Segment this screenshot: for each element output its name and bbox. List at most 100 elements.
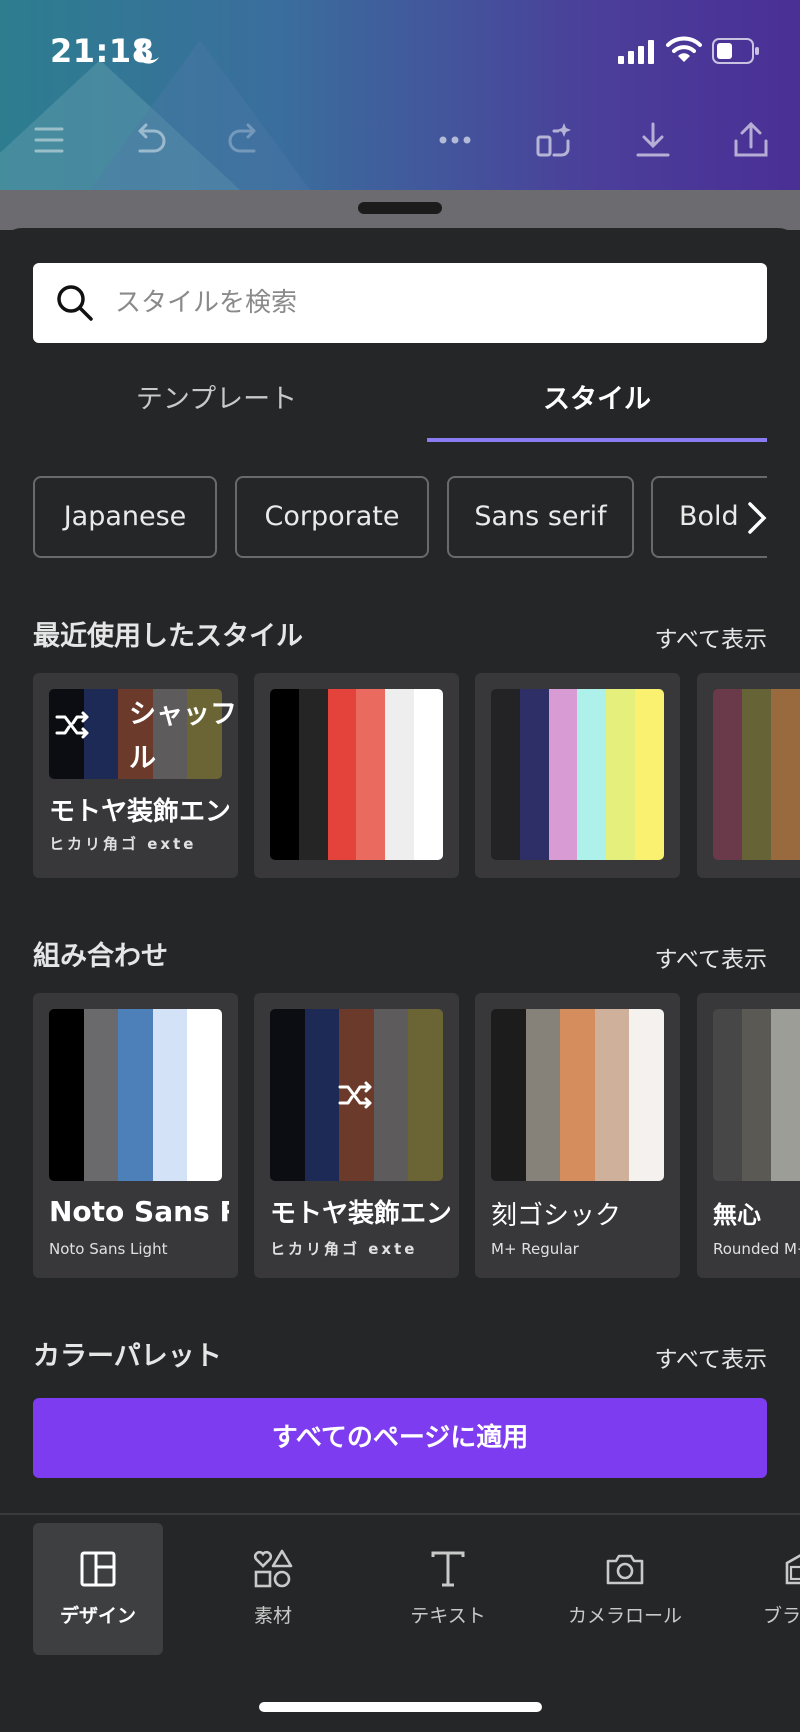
color-stripe bbox=[713, 1009, 742, 1181]
bottom-nav: デザイン 素材 テキスト カメラロール ブラ bbox=[0, 1520, 800, 1660]
combo-card-2[interactable]: モトヤ装飾エン ヒカリ角ゴ exte bbox=[254, 993, 459, 1278]
redo-button[interactable] bbox=[220, 115, 270, 165]
color-stripe bbox=[491, 689, 520, 860]
recent-style-card-3[interactable] bbox=[475, 673, 680, 878]
styles-sheet bbox=[0, 228, 800, 1732]
color-stripe bbox=[577, 689, 607, 860]
menu-button[interactable] bbox=[24, 115, 74, 165]
layout-icon bbox=[80, 1551, 116, 1587]
status-bar: 21:18 bbox=[0, 0, 800, 100]
camera-icon bbox=[606, 1554, 644, 1585]
nav-design[interactable]: デザイン bbox=[33, 1523, 163, 1655]
color-stripe bbox=[327, 689, 357, 860]
search-icon bbox=[57, 285, 93, 321]
color-stripe bbox=[594, 1009, 630, 1181]
nav-camera-roll[interactable]: カメラロール bbox=[560, 1523, 690, 1655]
editor-toolbar bbox=[0, 105, 800, 175]
style-search-box[interactable] bbox=[33, 263, 767, 343]
moon-icon bbox=[136, 39, 159, 64]
combinations-see-all-link[interactable]: すべて表示 bbox=[655, 940, 767, 974]
color-stripe bbox=[742, 1009, 771, 1181]
font-subtitle: ヒカリ角ゴ exte bbox=[49, 835, 197, 853]
color-stripe bbox=[118, 1009, 153, 1181]
sheet-tabs: テンプレート スタイル bbox=[33, 375, 767, 443]
color-stripe bbox=[408, 1009, 443, 1181]
font-title: 刻ゴシック bbox=[491, 1201, 622, 1231]
recent-see-all-link[interactable]: すべて表示 bbox=[655, 620, 767, 654]
color-stripe bbox=[771, 689, 800, 860]
nav-text[interactable]: テキスト bbox=[383, 1523, 513, 1655]
nav-label: デザイン bbox=[59, 1605, 136, 1627]
filter-chips: Japanese Corporate Sans serif Bold bbox=[33, 476, 767, 558]
color-stripe bbox=[49, 1009, 84, 1181]
color-swatch bbox=[270, 689, 443, 860]
download-button[interactable] bbox=[628, 115, 678, 165]
share-button[interactable] bbox=[726, 115, 776, 165]
combo-card-4[interactable]: 無心 Rounded M+ bbox=[697, 993, 800, 1278]
nav-label: テキスト bbox=[410, 1605, 486, 1627]
color-stripe bbox=[606, 689, 636, 860]
more-button[interactable] bbox=[430, 115, 480, 165]
color-swatch bbox=[491, 1009, 664, 1181]
color-stripe bbox=[356, 689, 386, 860]
color-stripe bbox=[629, 1009, 664, 1181]
color-stripe bbox=[373, 1009, 409, 1181]
font-title: モトヤ装飾エン bbox=[270, 1199, 450, 1229]
recent-style-card-4[interactable] bbox=[697, 673, 800, 878]
color-swatch bbox=[491, 689, 664, 860]
more-dots-icon bbox=[439, 136, 471, 144]
palette-see-all-link[interactable]: すべて表示 bbox=[655, 1340, 767, 1374]
color-stripe bbox=[548, 689, 578, 860]
chip-sans-serif[interactable]: Sans serif bbox=[447, 476, 634, 558]
color-stripe bbox=[560, 1009, 595, 1181]
nav-divider bbox=[0, 1513, 800, 1515]
combo-card-3[interactable]: 刻ゴシック M+ Regular bbox=[475, 993, 680, 1278]
style-search-input[interactable] bbox=[115, 288, 715, 318]
recent-style-card-2[interactable] bbox=[254, 673, 459, 878]
active-tab-indicator bbox=[427, 438, 767, 442]
color-stripe bbox=[525, 1009, 561, 1181]
recent-style-card-1[interactable]: シャッフル モトヤ装飾エン ヒカリ角ゴ exte bbox=[33, 673, 238, 878]
font-title: モトヤ装飾エン bbox=[49, 797, 229, 827]
font-subtitle: Rounded M+ bbox=[713, 1240, 800, 1258]
chip-japanese[interactable]: Japanese bbox=[33, 476, 217, 558]
brand-icon bbox=[785, 1554, 800, 1585]
sheet-grabber[interactable] bbox=[358, 202, 442, 214]
color-stripe bbox=[491, 1009, 526, 1181]
combinations-title: 組み合わせ bbox=[33, 941, 168, 972]
color-stripe bbox=[298, 689, 328, 860]
undo-button[interactable] bbox=[124, 115, 174, 165]
nav-label: カメラロール bbox=[567, 1605, 682, 1627]
chevron-right-icon[interactable] bbox=[742, 498, 772, 538]
color-stripe bbox=[270, 1009, 305, 1181]
color-stripe bbox=[771, 1009, 800, 1181]
color-swatch bbox=[713, 1009, 800, 1181]
home-indicator bbox=[259, 1702, 542, 1712]
color-stripe bbox=[83, 1009, 119, 1181]
apply-all-pages-button[interactable]: すべてのページに適用 bbox=[33, 1398, 767, 1478]
font-title: 無心 bbox=[713, 1201, 761, 1229]
recent-styles-title: 最近使用したスタイル bbox=[33, 621, 303, 652]
color-swatch bbox=[713, 689, 800, 860]
battery-icon bbox=[712, 38, 759, 64]
chip-corporate[interactable]: Corporate bbox=[235, 476, 429, 558]
nav-elements[interactable]: 素材 bbox=[208, 1523, 338, 1655]
tab-templates[interactable]: テンプレート bbox=[33, 375, 400, 443]
color-stripe bbox=[152, 1009, 188, 1181]
nav-label: ブラ bbox=[763, 1605, 800, 1627]
nav-brand[interactable]: ブラ bbox=[735, 1523, 800, 1655]
shuffle-label: シャッフル bbox=[129, 699, 237, 774]
tab-styles[interactable]: スタイル bbox=[427, 375, 767, 443]
color-stripe bbox=[713, 689, 742, 860]
combo-card-1[interactable]: Noto Sans Re Noto Sans Light bbox=[33, 993, 238, 1278]
text-icon bbox=[431, 1551, 465, 1587]
font-title: Noto Sans Re bbox=[49, 1195, 229, 1228]
wifi-icon bbox=[666, 36, 702, 62]
magic-resize-button[interactable] bbox=[528, 115, 578, 165]
color-stripe bbox=[385, 689, 415, 860]
magic-resize-icon bbox=[536, 123, 571, 157]
font-subtitle: ヒカリ角ゴ exte bbox=[270, 1240, 418, 1258]
redo-icon bbox=[228, 123, 256, 153]
shuffle-icon bbox=[55, 711, 89, 739]
download-icon bbox=[636, 122, 670, 157]
